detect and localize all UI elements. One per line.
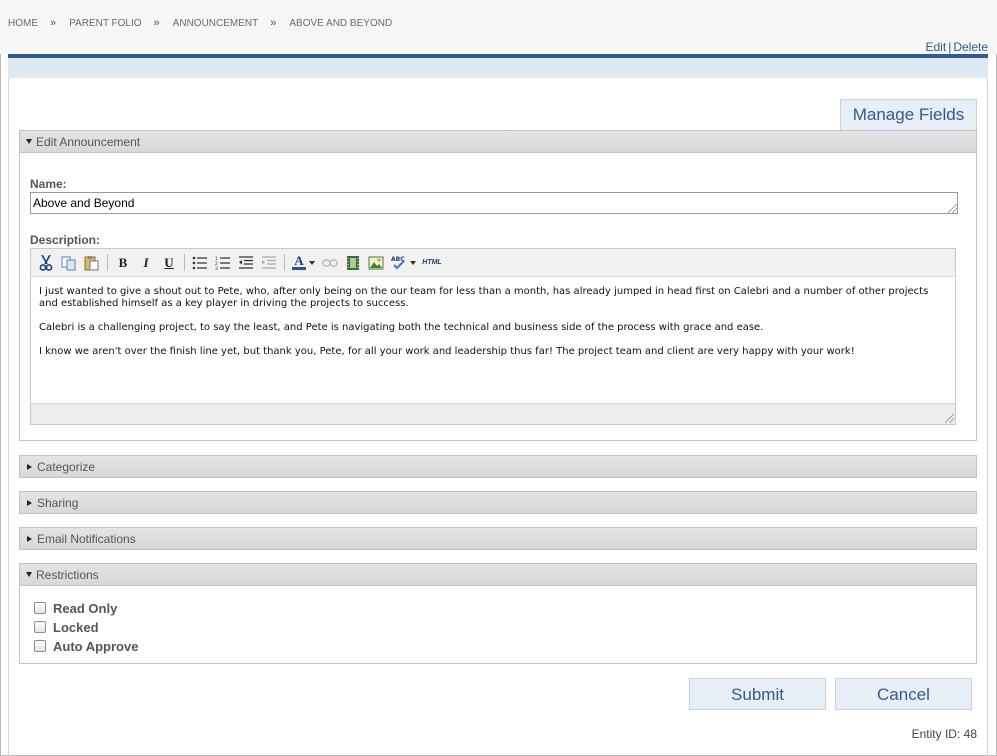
bulleted-list-icon[interactable] [191, 254, 209, 272]
categorize-section[interactable]: Categorize [19, 455, 977, 478]
breadcrumb: HOME » PARENT FOLIO » ANNOUNCEMENT » ABO… [8, 17, 392, 29]
restrictions-header[interactable]: Restrictions [20, 564, 976, 585]
underline-button[interactable]: U [160, 254, 178, 272]
outdent-icon[interactable] [237, 254, 255, 272]
edit-link[interactable]: Edit [926, 40, 947, 54]
section-title: Sharing [37, 495, 79, 510]
section-title: Restrictions [36, 567, 99, 582]
name-field[interactable] [30, 192, 958, 214]
image-icon[interactable] [367, 254, 385, 272]
description-label: Description: [30, 233, 101, 247]
breadcrumb-separator: » [153, 17, 160, 29]
breadcrumb-separator: » [50, 17, 57, 29]
resize-grip-icon[interactable] [945, 414, 954, 423]
top-actions: Edit | Delete [926, 40, 989, 54]
editor-toolbar: B I U 123 A ABC HTML [31, 249, 955, 277]
text-color-button[interactable]: A [291, 254, 307, 272]
chevron-down-icon[interactable] [308, 254, 316, 272]
categorize-header[interactable]: Categorize [20, 456, 976, 477]
read-only-label: Read Only [53, 601, 118, 616]
read-only-option[interactable]: Read Only [34, 599, 117, 616]
restrictions-body [20, 585, 976, 663]
bold-button[interactable]: B [114, 254, 132, 272]
cut-icon[interactable] [37, 254, 55, 272]
copy-icon[interactable] [60, 254, 78, 272]
locked-label: Locked [53, 620, 99, 635]
text-color-swatch [292, 267, 306, 270]
sharing-section[interactable]: Sharing [19, 491, 977, 514]
header-subbar [8, 58, 988, 78]
submit-button[interactable]: Submit [689, 678, 826, 710]
manage-fields-button[interactable]: Manage Fields [840, 99, 977, 131]
read-only-checkbox[interactable] [34, 601, 46, 614]
delete-link[interactable]: Delete [953, 40, 988, 54]
entity-id: Entity ID: 48 [911, 727, 977, 741]
link-divider: | [948, 40, 952, 54]
breadcrumb-home[interactable]: HOME [8, 18, 38, 29]
chevron-down-icon[interactable] [409, 254, 417, 272]
name-label: Name: [30, 177, 67, 191]
restrictions-section: Restrictions [19, 563, 977, 664]
collapsed-arrow-icon [27, 463, 32, 470]
auto-approve-option[interactable]: Auto Approve [34, 637, 138, 654]
auto-approve-label: Auto Approve [53, 639, 139, 654]
expanded-arrow-icon [26, 572, 32, 577]
spellcheck-icon[interactable]: ABC [390, 254, 408, 272]
description-paragraph: I know we aren't over the finish line ye… [39, 346, 855, 357]
description-editor: B I U 123 A ABC HTML I just wanted to gi… [30, 248, 956, 425]
section-title: Edit Announcement [36, 134, 141, 149]
toolbar-divider [284, 254, 285, 271]
svg-text:3: 3 [215, 266, 218, 270]
numbered-list-icon[interactable]: 123 [214, 254, 232, 272]
description-content[interactable]: I just wanted to give a shout out to Pet… [31, 277, 955, 403]
toolbar-divider [107, 254, 108, 271]
html-source-button[interactable]: HTML [421, 254, 443, 272]
breadcrumb-announcement[interactable]: ANNOUNCEMENT [173, 18, 259, 29]
section-title: Categorize [37, 459, 96, 474]
auto-approve-checkbox[interactable] [34, 639, 46, 652]
email-notifications-header[interactable]: Email Notifications [20, 528, 976, 549]
collapsed-arrow-icon [27, 535, 32, 542]
resize-grip-icon[interactable] [948, 204, 957, 213]
locked-checkbox[interactable] [34, 620, 46, 633]
paste-icon[interactable] [83, 254, 101, 272]
italic-button[interactable]: I [137, 254, 155, 272]
breadcrumb-parent-folio[interactable]: PARENT FOLIO [69, 18, 141, 29]
collapsed-arrow-icon [27, 499, 32, 506]
expanded-arrow-icon [26, 139, 32, 144]
media-icon[interactable] [344, 254, 362, 272]
text-color-glyph: A [294, 253, 304, 268]
locked-option[interactable]: Locked [34, 618, 99, 635]
breadcrumb-current: ABOVE AND BEYOND [289, 17, 393, 29]
toolbar-divider [184, 254, 185, 271]
editor-status-bar [31, 403, 955, 424]
description-paragraph: Calebri is a challenging project, to say… [39, 322, 764, 333]
sharing-header[interactable]: Sharing [20, 492, 976, 513]
link-icon[interactable] [321, 254, 339, 272]
edit-announcement-header[interactable]: Edit Announcement [20, 131, 976, 152]
section-title: Email Notifications [37, 531, 136, 546]
indent-icon[interactable] [260, 254, 278, 272]
cancel-button[interactable]: Cancel [835, 678, 972, 710]
email-notifications-section[interactable]: Email Notifications [19, 527, 977, 550]
breadcrumb-separator: » [270, 17, 277, 29]
description-paragraph: I just wanted to give a shout out to Pet… [39, 286, 929, 309]
